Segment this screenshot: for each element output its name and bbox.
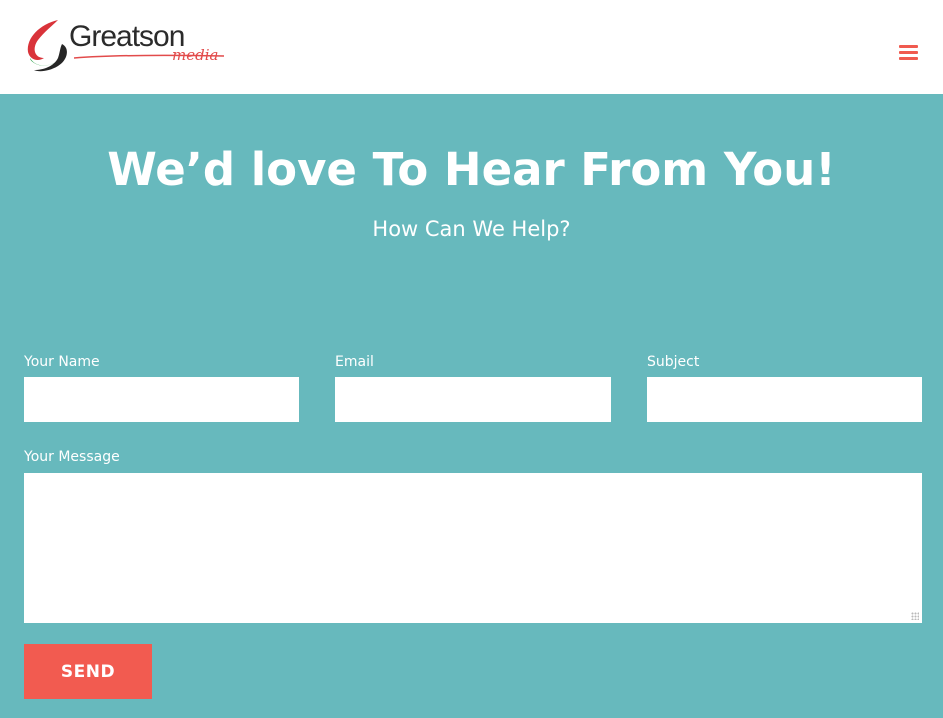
logo-underline xyxy=(74,54,224,59)
message-textarea[interactable] xyxy=(24,473,922,623)
message-label: Your Message xyxy=(24,449,120,465)
name-label: Your Name xyxy=(24,354,100,370)
hamburger-menu-icon[interactable] xyxy=(899,45,919,63)
message-field-wrapper xyxy=(24,473,922,623)
name-input[interactable] xyxy=(24,377,299,422)
greatson-media-logo[interactable]: Greatson media xyxy=(22,14,224,76)
resize-handle-icon[interactable] xyxy=(911,612,919,620)
send-button[interactable]: SEND xyxy=(24,644,152,699)
page-subtitle: How Can We Help? xyxy=(372,217,571,241)
subject-input[interactable] xyxy=(647,377,922,422)
site-header: Greatson media xyxy=(0,0,943,94)
logo-wordmark: Greatson xyxy=(69,20,185,53)
email-label: Email xyxy=(335,354,374,370)
subject-label: Subject xyxy=(647,354,700,370)
email-input[interactable] xyxy=(335,377,611,422)
page-title: We’d love To Hear From You! xyxy=(107,143,836,196)
